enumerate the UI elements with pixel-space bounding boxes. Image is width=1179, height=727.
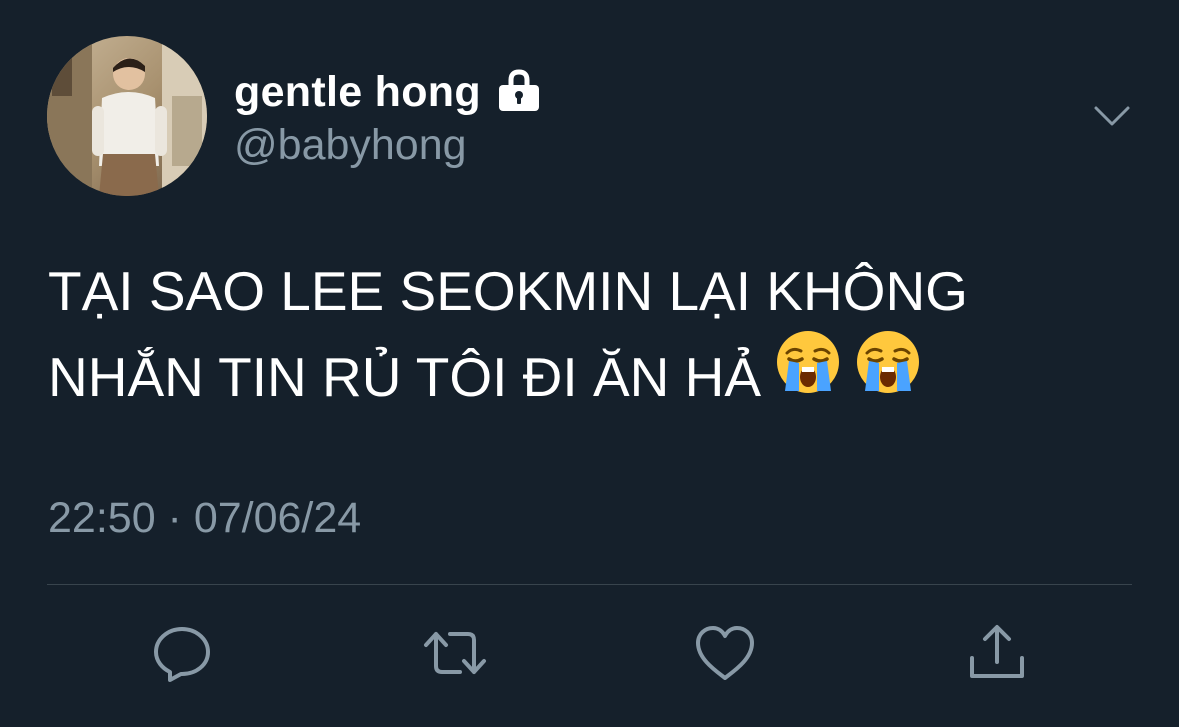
tweet-timestamp[interactable]: 22:50 · 07/06/24	[48, 494, 361, 543]
display-name[interactable]: gentle hong	[234, 68, 481, 117]
lock-icon	[497, 68, 541, 112]
tweet-card: gentle hong @babyhong TẠI SAO LEE SEOKMI…	[0, 0, 1179, 727]
loudly-crying-face-emoji	[855, 329, 921, 419]
avatar[interactable]	[47, 36, 207, 196]
share-icon[interactable]	[966, 622, 1028, 684]
reply-icon[interactable]	[151, 622, 213, 684]
display-name-row: gentle hong	[234, 66, 541, 118]
user-handle[interactable]: @babyhong	[234, 121, 467, 170]
tweet-text: TẠI SAO LEE SEOKMIN LẠI KHÔNG NHẮN TIN R…	[48, 248, 1138, 420]
avatar-photo	[47, 36, 207, 196]
divider	[47, 584, 1132, 585]
chevron-down-icon[interactable]	[1090, 98, 1134, 134]
retweet-icon[interactable]	[422, 622, 486, 684]
tweet-text-line: TẠI SAO LEE SEOKMIN LẠI KHÔNG	[48, 260, 968, 322]
tweet-text-line-2: NHẮN TIN RỦ TÔI ĐI ĂN HẢ	[48, 331, 1138, 420]
loudly-crying-face-emoji	[775, 329, 841, 419]
heart-icon[interactable]	[694, 622, 756, 684]
tweet-text-line: NHẮN TIN RỦ TÔI ĐI ĂN HẢ	[48, 346, 762, 408]
